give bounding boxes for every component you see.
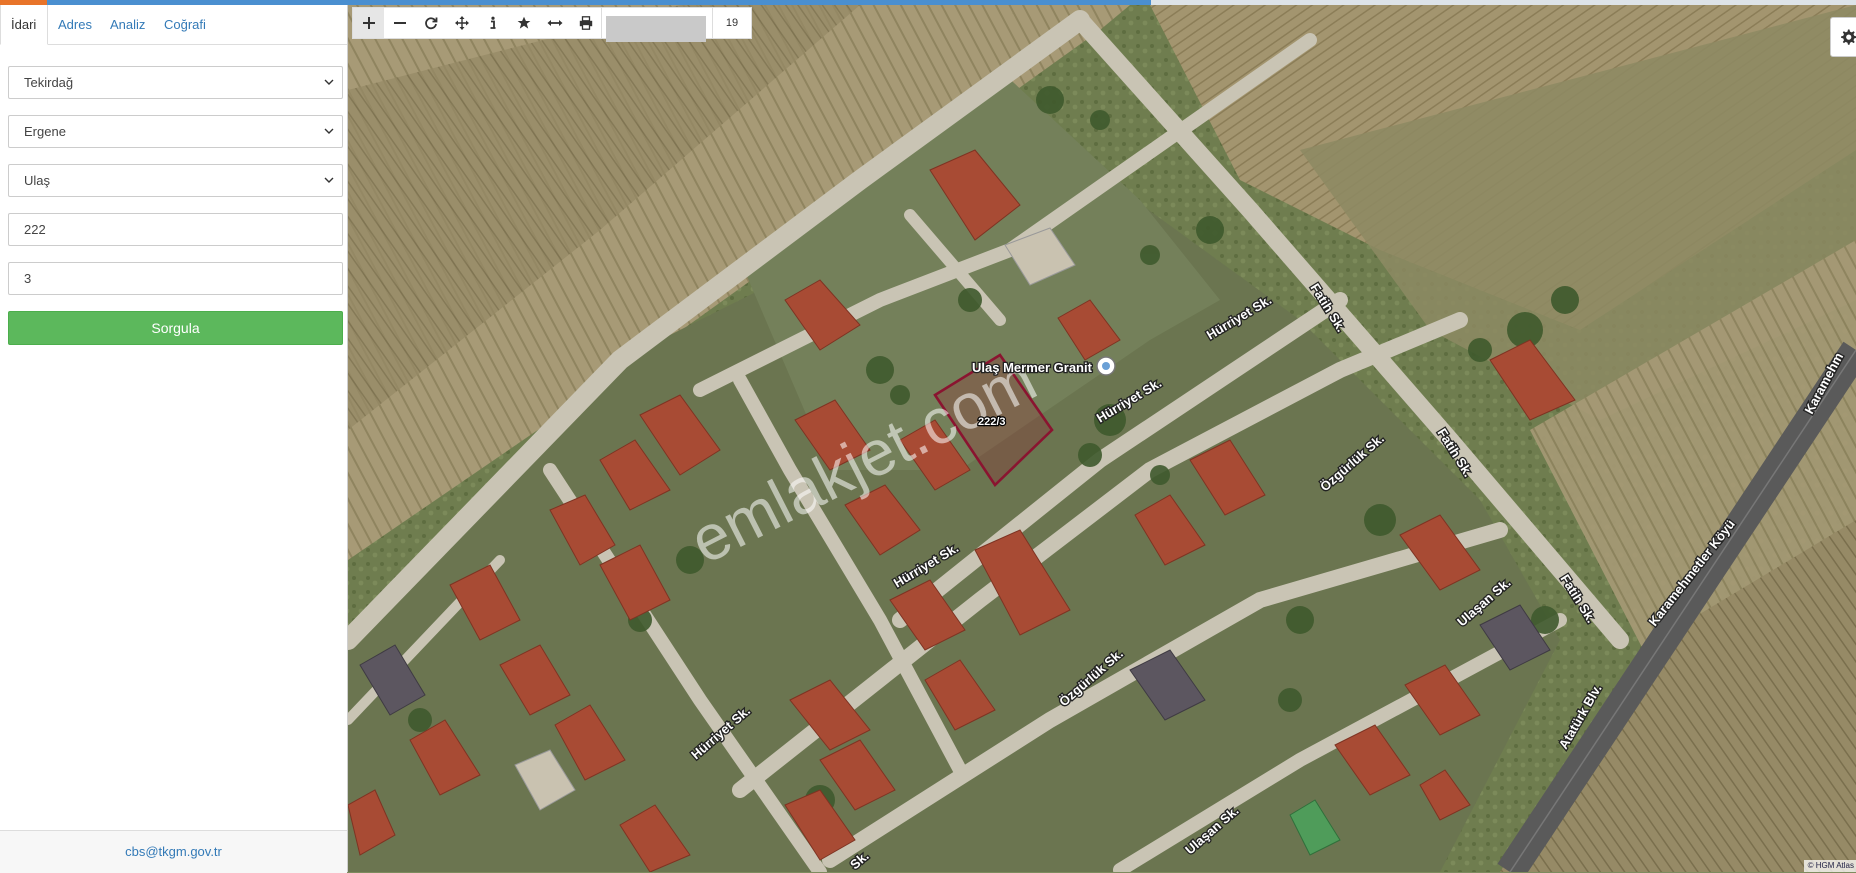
map-attribution[interactable]: © HGM Atlas — [1803, 860, 1856, 872]
il-select-value: Tekirdağ — [24, 75, 74, 90]
refresh-icon — [424, 17, 437, 30]
map-search-input[interactable] — [601, 8, 712, 42]
poi-label: Ulaş Mermer Granit — [972, 360, 1093, 375]
refresh-button[interactable] — [415, 8, 446, 38]
move-button[interactable] — [446, 8, 477, 38]
print-button[interactable] — [570, 8, 601, 38]
loading-bar-fill — [0, 0, 1151, 5]
search-redacted-box — [606, 16, 706, 42]
parsel-input[interactable]: 3 — [8, 262, 343, 295]
info-icon — [490, 16, 495, 29]
map-view[interactable]: emlakjet.com Ulaş Mermer Granit 222/3 Hü… — [348, 5, 1856, 872]
tab-analiz[interactable]: Analiz — [110, 5, 145, 44]
contact-email-link[interactable]: cbs@tkgm.gov.tr — [0, 830, 347, 873]
sorgula-button[interactable]: Sorgula — [8, 311, 343, 345]
query-panel: İdari Adres Analiz Coğrafi Tekirdağ Erge… — [0, 0, 348, 873]
info-button[interactable] — [477, 8, 508, 38]
zoom-in-button[interactable] — [353, 8, 384, 38]
panel-tabs: İdari Adres Analiz Coğrafi — [0, 5, 347, 45]
mahalle-select[interactable]: Ulaş — [8, 164, 343, 197]
tab-idari[interactable]: İdari — [0, 5, 49, 45]
satellite-map: emlakjet.com Ulaş Mermer Granit 222/3 Hü… — [348, 5, 1856, 872]
loading-bar — [0, 0, 1856, 5]
settings-button[interactable] — [1830, 17, 1856, 57]
ilce-select[interactable]: Ergene — [8, 115, 343, 148]
chevron-down-icon — [324, 128, 334, 134]
il-select[interactable]: Tekirdağ — [8, 66, 343, 99]
minus-icon — [393, 22, 406, 24]
parsel-input-value: 3 — [24, 271, 32, 286]
plus-icon — [362, 17, 375, 29]
tab-adres[interactable]: Adres — [58, 5, 92, 44]
gear-icon — [1841, 29, 1856, 45]
active-tab-accent — [0, 0, 47, 5]
mahalle-select-value: Ulaş — [24, 173, 51, 188]
star-icon — [517, 16, 530, 29]
ada-input[interactable]: 222 — [8, 213, 343, 246]
ilce-select-value: Ergene — [24, 124, 66, 139]
chevron-down-icon — [324, 79, 334, 85]
map-toolbar: 19 — [352, 7, 752, 42]
measure-icon — [547, 20, 562, 26]
print-icon — [579, 16, 592, 30]
chevron-down-icon — [324, 177, 334, 183]
bookmark-button[interactable] — [508, 8, 539, 38]
zoom-out-button[interactable] — [384, 8, 415, 38]
tab-cografi[interactable]: Coğrafi — [164, 5, 206, 44]
measure-button[interactable] — [539, 8, 570, 38]
parcel-label: 222/3 — [978, 416, 1006, 428]
ada-input-value: 222 — [24, 222, 46, 237]
move-icon — [454, 16, 469, 30]
zoom-level-indicator: 19 — [712, 8, 751, 38]
